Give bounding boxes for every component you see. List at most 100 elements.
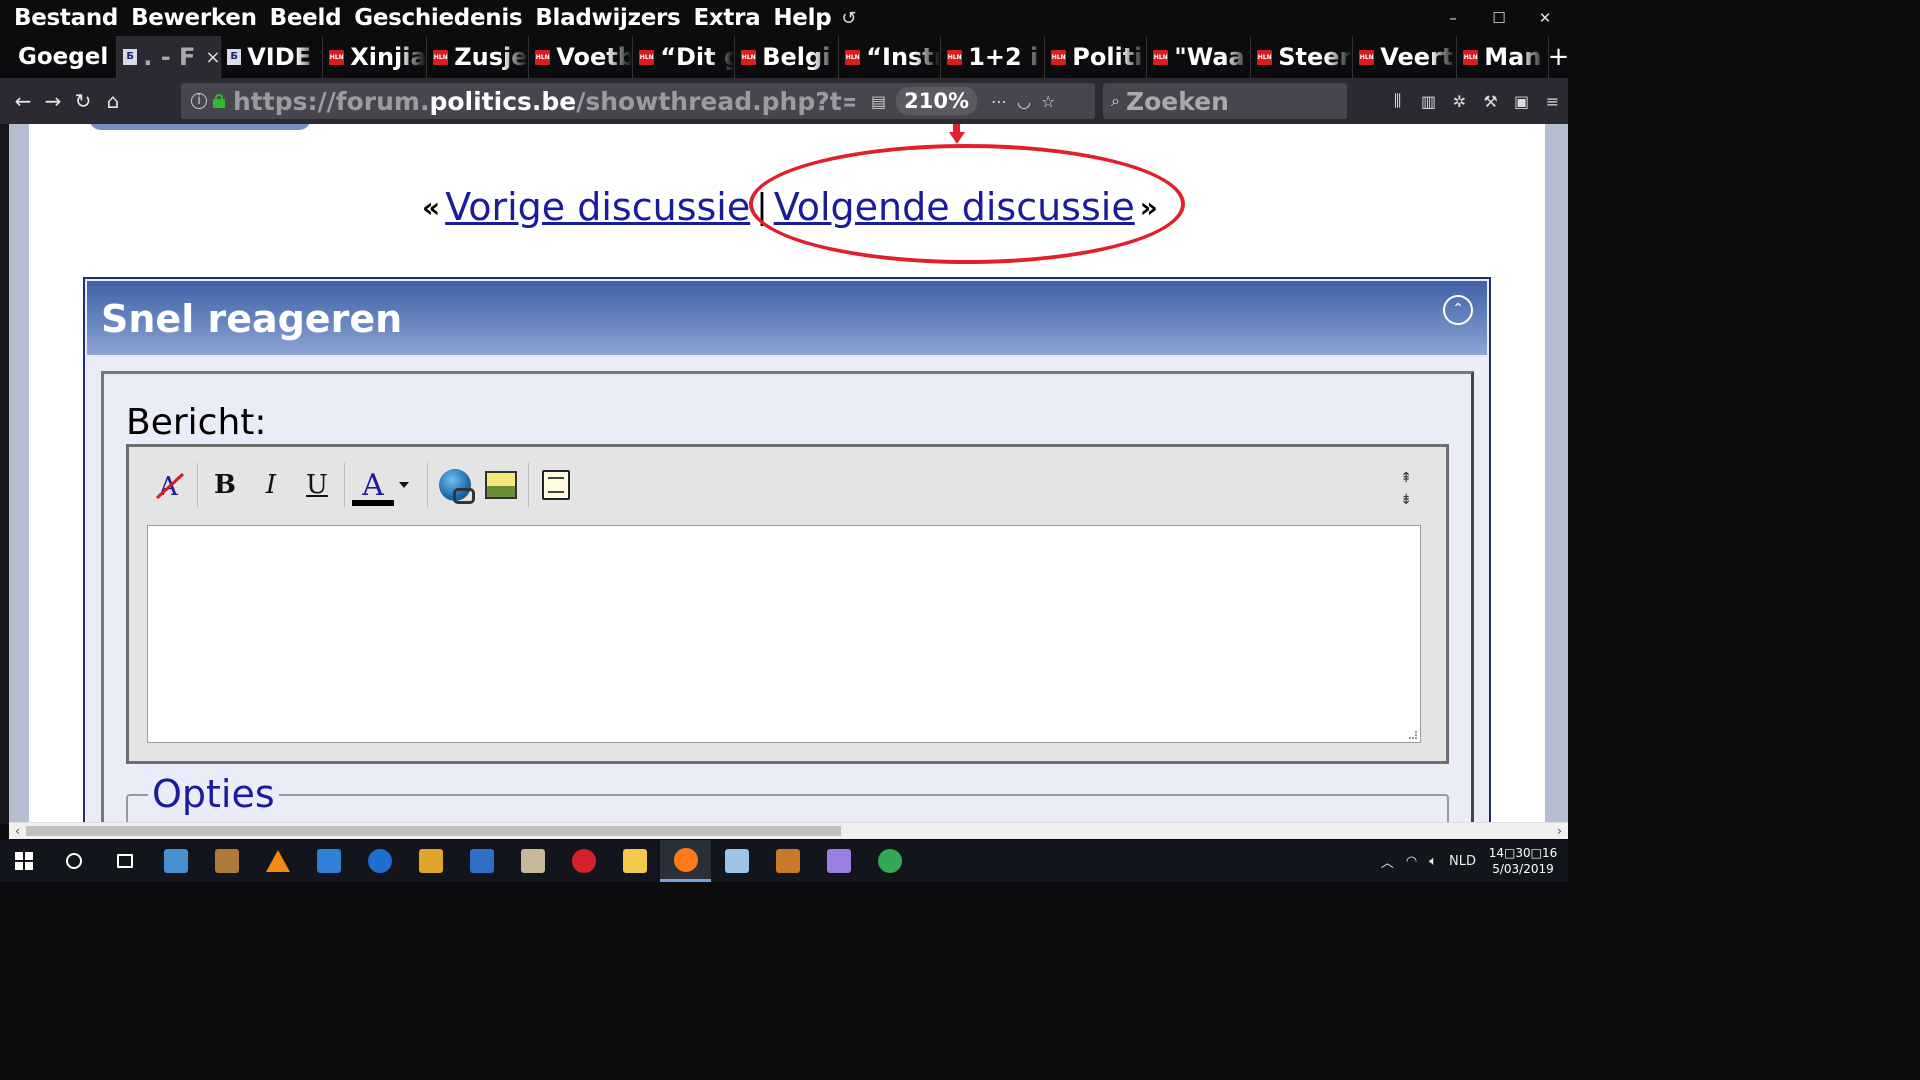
search-input[interactable]: Zoeken	[1126, 87, 1229, 116]
wrench-icon[interactable]: ⚒	[1475, 92, 1506, 111]
screenshot-icon[interactable]: ▣	[1506, 92, 1537, 111]
resize-grip-icon[interactable]	[1409, 731, 1417, 739]
browser-tab[interactable]: HLN “Dit g	[632, 36, 735, 78]
menu-bewerken[interactable]: Bewerken	[131, 5, 257, 31]
bold-button[interactable]: B	[202, 462, 248, 508]
defender-icon[interactable]	[456, 840, 507, 882]
reload-button[interactable]: ↻	[68, 89, 98, 113]
new-tab-button[interactable]: +	[1548, 36, 1568, 78]
hamburger-menu-icon[interactable]: ≡	[1537, 92, 1568, 111]
volume-icon[interactable]: 🔈︎	[1429, 854, 1437, 869]
browser-tab[interactable]: HLN Man	[1456, 36, 1547, 78]
menu-bestand[interactable]: Bestand	[14, 5, 118, 31]
search-icon[interactable]	[48, 840, 99, 882]
forum-page: « Vorige discussie | Volgende discussie …	[29, 124, 1545, 824]
menu-bladwijzers[interactable]: Bladwijzers	[535, 5, 680, 31]
explorer-icon[interactable]	[609, 840, 660, 882]
back-button[interactable]: ←	[8, 89, 38, 113]
collapse-icon[interactable]: ⌃	[1443, 295, 1473, 325]
browser-tab[interactable]: Ƃ . - F ×	[116, 36, 221, 78]
menu-geschiedenis[interactable]: Geschiedenis	[354, 5, 522, 31]
insert-image-icon[interactable]	[478, 462, 524, 508]
previous-thread-link[interactable]: Vorige discussie	[445, 185, 750, 229]
browser-tab[interactable]: HLN Veert	[1352, 36, 1457, 78]
paint-icon[interactable]	[507, 840, 558, 882]
chevron-up-icon[interactable]: ︿	[1381, 852, 1394, 871]
minimize-button[interactable]: –	[1430, 0, 1476, 36]
menu-beeld[interactable]: Beeld	[270, 5, 342, 31]
browser-tab[interactable]: Ƃ VIDE	[220, 36, 323, 78]
chevron-down-icon[interactable]	[399, 482, 409, 488]
app-icon[interactable]	[150, 840, 201, 882]
vlc-icon[interactable]	[252, 840, 303, 882]
maximize-button[interactable]: ☐	[1476, 0, 1522, 36]
hln-favicon-icon: HLN	[741, 49, 757, 65]
tab-label: . - F	[143, 43, 196, 71]
sidebar-icon[interactable]: ▥	[1413, 92, 1444, 111]
firefox-icon[interactable]	[660, 840, 711, 882]
info-icon[interactable]: i	[191, 93, 207, 109]
app-icon[interactable]	[201, 840, 252, 882]
browser-tab[interactable]: HLN Voetb	[528, 36, 633, 78]
scroll-left-icon[interactable]: ‹	[9, 823, 26, 840]
library-icon[interactable]: ⫼	[1382, 91, 1413, 111]
quick-reply-header: Snel reageren ⌃	[87, 281, 1487, 355]
app-icon[interactable]	[762, 840, 813, 882]
home-button[interactable]: ⌂	[98, 89, 128, 113]
chrome-icon[interactable]	[864, 840, 915, 882]
clock[interactable]: 14□30□16 5/03/2019	[1488, 845, 1558, 877]
tab-fade	[1326, 36, 1353, 78]
menu-bar: Bestand Bewerken Beeld Geschiedenis Blad…	[0, 0, 1568, 36]
forward-button[interactable]: →	[38, 89, 68, 113]
insert-quote-icon[interactable]	[533, 462, 579, 508]
browser-tab[interactable]: HLN Belgi	[734, 36, 839, 78]
language-indicator[interactable]: NLD	[1449, 854, 1476, 869]
reader-view-icon[interactable]: ▤	[871, 92, 886, 111]
task-view-icon[interactable]	[99, 840, 150, 882]
insert-link-icon[interactable]	[432, 462, 478, 508]
browser-tab[interactable]: HLN Steer	[1250, 36, 1353, 78]
pocket-icon[interactable]: ◡	[1017, 92, 1031, 111]
url-bar[interactable]: i https://forum.politics.be/showthread.p…	[181, 83, 1095, 119]
close-tab-icon[interactable]: ×	[205, 47, 220, 68]
browser-tab[interactable]: HLN Xinjia	[322, 36, 427, 78]
app-icon[interactable]	[303, 840, 354, 882]
browser-tab[interactable]: HLN "Waa	[1146, 36, 1251, 78]
tab-goegel[interactable]: Goegel	[0, 36, 116, 78]
remove-format-icon[interactable]: A	[147, 462, 193, 508]
gear-icon[interactable]: ✲	[1444, 92, 1475, 111]
browser-tab[interactable]: HLN “Instr	[838, 36, 941, 78]
url-text[interactable]: https://forum.politics.be/showthread.php…	[233, 87, 855, 116]
zoom-level-badge[interactable]: 210%	[896, 87, 978, 115]
app-icon[interactable]	[813, 840, 864, 882]
browser-tab[interactable]: HLN Zusje	[426, 36, 529, 78]
network-icon[interactable]: ◠	[1406, 854, 1417, 869]
toolbar-icons: ⫼ ▥ ✲ ⚒ ▣ ≡	[1382, 78, 1568, 124]
resize-editor-icon[interactable]: ⇞ ⇟	[1400, 467, 1412, 511]
font-color-button[interactable]: A	[349, 462, 397, 508]
options-legend: Opties	[148, 772, 279, 816]
opera-icon[interactable]	[558, 840, 609, 882]
lock-icon[interactable]	[213, 94, 225, 108]
browser-tab[interactable]: HLN 1+2 i	[940, 36, 1045, 78]
underline-button[interactable]: U	[294, 462, 340, 508]
more-actions-icon[interactable]: ⋯	[991, 92, 1007, 111]
menu-help[interactable]: Help	[773, 5, 831, 31]
horizontal-scrollbar[interactable]: ‹ ›	[9, 822, 1568, 839]
bookmark-star-icon[interactable]: ☆	[1041, 92, 1055, 111]
menu-extra[interactable]: Extra	[693, 5, 760, 31]
search-bar[interactable]: ⌕ Zoeken	[1103, 83, 1347, 119]
browser-tab[interactable]: HLN Politi	[1044, 36, 1147, 78]
ie-icon[interactable]	[354, 840, 405, 882]
close-window-button[interactable]: ✕	[1522, 0, 1568, 36]
italic-button[interactable]: I	[248, 462, 294, 508]
history-icon[interactable]: ↺	[841, 8, 856, 29]
app-icon[interactable]	[405, 840, 456, 882]
app-icon[interactable]	[711, 840, 762, 882]
forum-favicon-icon: Ƃ	[123, 49, 138, 65]
message-textarea[interactable]	[147, 525, 1421, 743]
start-button[interactable]	[0, 840, 48, 882]
scroll-right-icon[interactable]: ›	[1551, 823, 1568, 840]
tab-fade	[400, 36, 427, 78]
scrollbar-thumb[interactable]	[26, 826, 841, 836]
